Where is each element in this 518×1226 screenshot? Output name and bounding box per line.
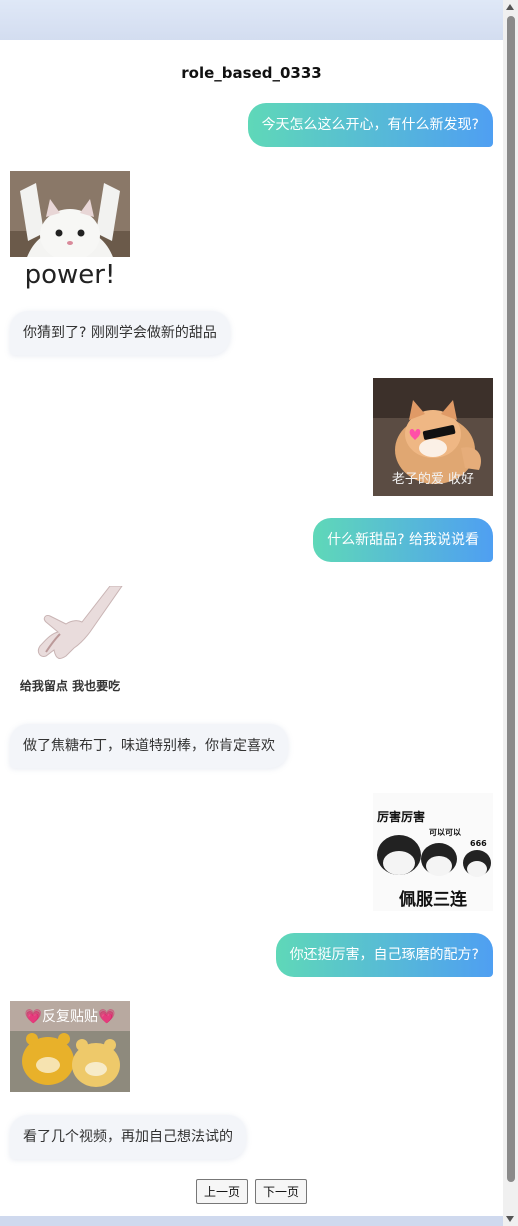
- pagination: 上一页 下一页: [0, 1179, 503, 1204]
- sticker-caption-small: 666: [470, 839, 487, 848]
- message-row-incoming: power!: [10, 171, 493, 289]
- scroll-thumb[interactable]: [507, 16, 515, 1182]
- sticker-caption: 给我留点 我也要吃: [20, 678, 120, 693]
- message-row-outgoing: 你还挺厉害，自己琢磨的配方?: [10, 933, 493, 977]
- prev-page-button[interactable]: 上一页: [195, 1179, 248, 1204]
- sticker-cat-power[interactable]: power!: [10, 171, 130, 289]
- sticker-caption: 佩服三连: [399, 889, 468, 910]
- sticker-cat-sunglasses-heart[interactable]: 老子的爱 收好: [373, 378, 493, 496]
- message-row-outgoing: 老子的爱 收好: [10, 378, 493, 496]
- message-row-incoming: 给我留点 我也要吃: [10, 586, 493, 704]
- message-row-incoming: 你猜到了? 刚刚学会做新的甜品: [10, 311, 493, 355]
- sticker-yellow-bears-hug[interactable]: 💗反复贴贴💗: [10, 1001, 130, 1092]
- message-row-outgoing: 什么新甜品? 给我说说看: [10, 518, 493, 562]
- sticker-caption-top: 厉害厉害: [377, 809, 425, 824]
- sticker-caption: power!: [25, 260, 116, 289]
- message-row-incoming: 看了几个视频，再加自己想法试的: [10, 1115, 493, 1159]
- message-bubble-incoming: 你猜到了? 刚刚学会做新的甜品: [10, 311, 230, 355]
- message-bubble-outgoing: 今天怎么这么开心，有什么新发现?: [247, 103, 493, 147]
- vertical-scrollbar[interactable]: [503, 0, 518, 1226]
- message-row-outgoing: 厉害厉害 可以可以 666 佩服三连: [10, 793, 493, 911]
- message-bubble-outgoing: 你还挺厉害，自己琢磨的配方?: [275, 933, 493, 977]
- chat-panel: role_based_0333 今天怎么这么开心，有什么新发现? power!: [0, 40, 503, 1216]
- message-bubble-incoming: 做了焦糖布丁，味道特别棒，你肯定喜欢: [10, 724, 288, 768]
- message-row-incoming: 💗反复贴贴💗: [10, 1001, 493, 1092]
- message-bubble-outgoing: 什么新甜品? 给我说说看: [313, 518, 493, 562]
- sticker-three-mushroom-heads[interactable]: 厉害厉害 可以可以 666 佩服三连: [373, 793, 493, 911]
- message-row-incoming: 做了焦糖布丁，味道特别棒，你肯定喜欢: [10, 724, 493, 768]
- sticker-gloved-hand-reaching[interactable]: 给我留点 我也要吃: [10, 586, 130, 704]
- scroll-up-arrow-icon[interactable]: [506, 4, 514, 10]
- sticker-caption: 老子的爱 收好: [392, 471, 474, 487]
- top-background-band: [0, 0, 518, 40]
- message-bubble-incoming: 看了几个视频，再加自己想法试的: [10, 1115, 246, 1159]
- sticker-caption: 💗反复贴贴💗: [25, 1008, 116, 1025]
- chat-title: role_based_0333: [181, 64, 322, 82]
- bottom-background-band: [0, 1216, 518, 1226]
- next-page-button[interactable]: 下一页: [255, 1179, 308, 1204]
- message-row-outgoing: 今天怎么这么开心，有什么新发现?: [10, 103, 493, 147]
- sticker-caption-mid: 可以可以: [429, 828, 461, 837]
- scroll-down-arrow-icon[interactable]: [506, 1216, 514, 1222]
